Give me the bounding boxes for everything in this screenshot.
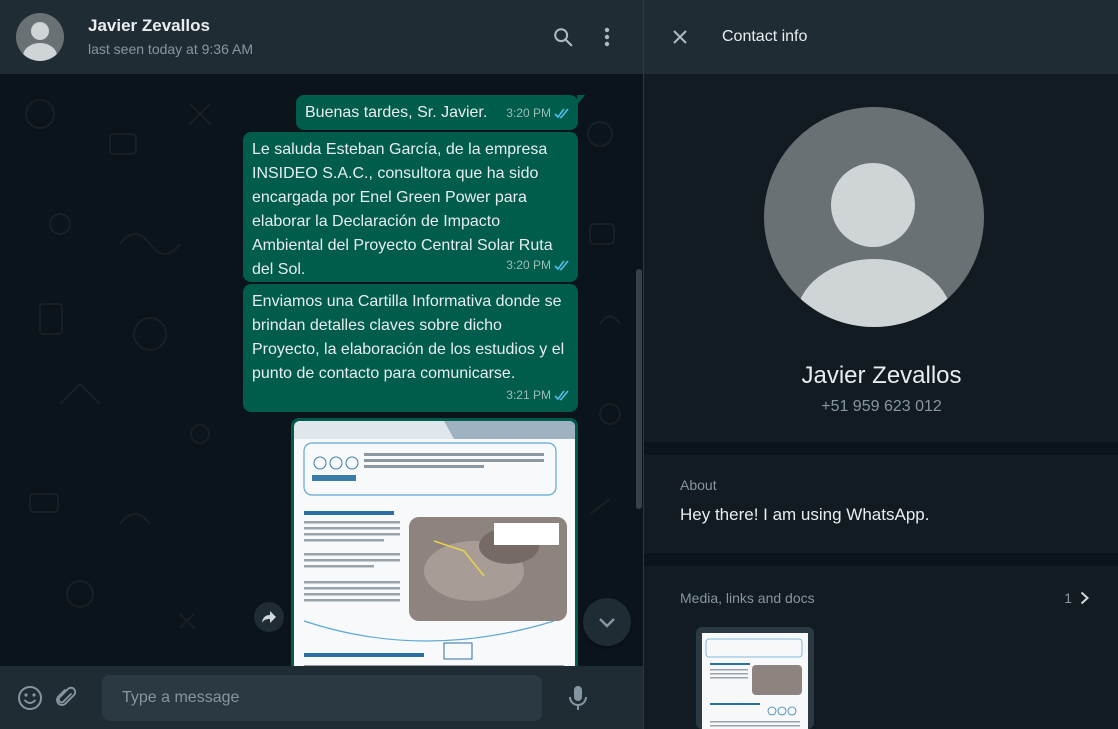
- whatsapp-window: Javier Zevallos last seen today at 9:36 …: [0, 0, 1118, 729]
- double-check-icon: [554, 389, 569, 401]
- chat-pane: Javier Zevallos last seen today at 9:36 …: [0, 0, 643, 729]
- double-check-icon: [554, 259, 569, 271]
- double-check-icon: [554, 107, 569, 119]
- avatar[interactable]: [16, 13, 64, 61]
- message-bubble[interactable]: Enviamos una Cartilla Informativa donde …: [243, 284, 578, 412]
- microphone-icon[interactable]: [560, 680, 596, 716]
- message-meta: 3:20 PM: [506, 253, 570, 277]
- profile-phone: +51 959 623 012: [821, 398, 942, 415]
- profile-card: Javier Zevallos +51 959 623 012: [644, 74, 1118, 442]
- message-input[interactable]: [102, 674, 542, 721]
- chat-header-info[interactable]: Javier Zevallos last seen today at 9:36 …: [88, 16, 539, 59]
- message-meta: 3:20 PM: [506, 101, 570, 125]
- about-text: Hey there! I am using WhatsApp.: [680, 505, 930, 524]
- contact-info-pane: Contact info Javier Zevallos +51 959 623…: [643, 0, 1118, 729]
- media-section: Media, links and docs 1: [644, 566, 1118, 729]
- media-thumbnail[interactable]: [696, 627, 814, 729]
- about-section: About Hey there! I am using WhatsApp.: [644, 455, 1118, 553]
- message-time: 3:20 PM: [506, 106, 551, 120]
- profile-avatar[interactable]: [764, 107, 984, 327]
- media-links-docs-row[interactable]: Media, links and docs 1: [644, 566, 1118, 606]
- message-time: 3:21 PM: [506, 388, 551, 402]
- message-text: Enviamos una Cartilla Informativa donde …: [252, 293, 565, 382]
- contact-info-header: Contact info: [644, 0, 1118, 74]
- message-meta: 3:21 PM: [506, 383, 570, 407]
- close-icon[interactable]: [668, 25, 692, 49]
- media-label: Media, links and docs: [680, 590, 815, 606]
- chevron-down-icon: [599, 618, 615, 628]
- brochure-image[interactable]: [294, 421, 575, 666]
- media-count: 1: [1064, 590, 1089, 606]
- message-bubble[interactable]: Le saluda Esteban García, de la empresa …: [243, 132, 578, 282]
- emoji-icon[interactable]: [12, 680, 48, 716]
- media-count-value: 1: [1064, 590, 1072, 606]
- chat-header[interactable]: Javier Zevallos last seen today at 9:36 …: [0, 0, 643, 74]
- message-bubble[interactable]: Buenas tardes, Sr. Javier. 3:20 PM: [296, 95, 585, 130]
- search-icon[interactable]: [543, 17, 583, 57]
- chevron-right-icon: [1080, 591, 1089, 605]
- attach-icon[interactable]: [48, 680, 84, 716]
- last-seen-status: last seen today at 9:36 AM: [88, 40, 253, 57]
- image-message[interactable]: [291, 418, 578, 666]
- menu-icon[interactable]: [587, 17, 627, 57]
- scrollbar[interactable]: [636, 269, 642, 509]
- profile-name: Javier Zevallos: [801, 362, 962, 389]
- message-list[interactable]: Buenas tardes, Sr. Javier. 3:20 PM Le sa…: [0, 74, 643, 666]
- forward-button[interactable]: [254, 602, 284, 632]
- contact-info-title: Contact info: [722, 28, 808, 45]
- scroll-down-button[interactable]: [583, 598, 631, 646]
- contact-name: Javier Zevallos: [88, 15, 210, 35]
- forward-icon: [262, 611, 276, 623]
- about-label: About: [680, 477, 717, 493]
- message-time: 3:20 PM: [506, 258, 551, 272]
- message-composer: [0, 666, 643, 729]
